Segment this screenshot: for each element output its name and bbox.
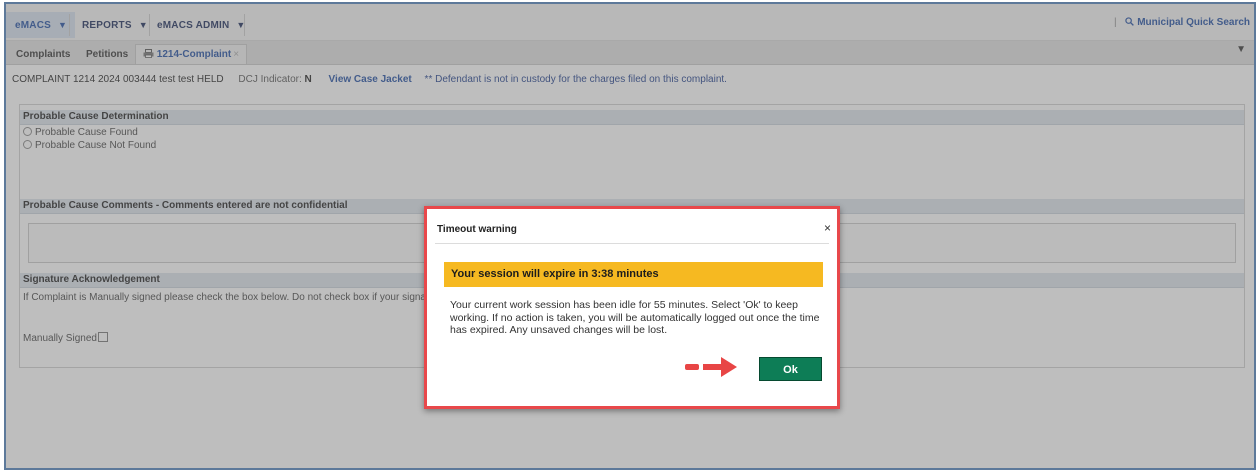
red-arrow-icon — [685, 357, 737, 377]
idle-message: Your current work session has been idle … — [450, 299, 820, 336]
session-expiry-banner: Your session will expire in 3:38 minutes — [444, 262, 823, 287]
ok-button[interactable]: Ok — [759, 357, 822, 381]
close-icon[interactable]: × — [824, 221, 831, 235]
timeout-warning-dialog: Timeout warning × Your session will expi… — [424, 206, 840, 409]
divider — [435, 243, 829, 244]
dialog-title: Timeout warning — [437, 224, 517, 235]
